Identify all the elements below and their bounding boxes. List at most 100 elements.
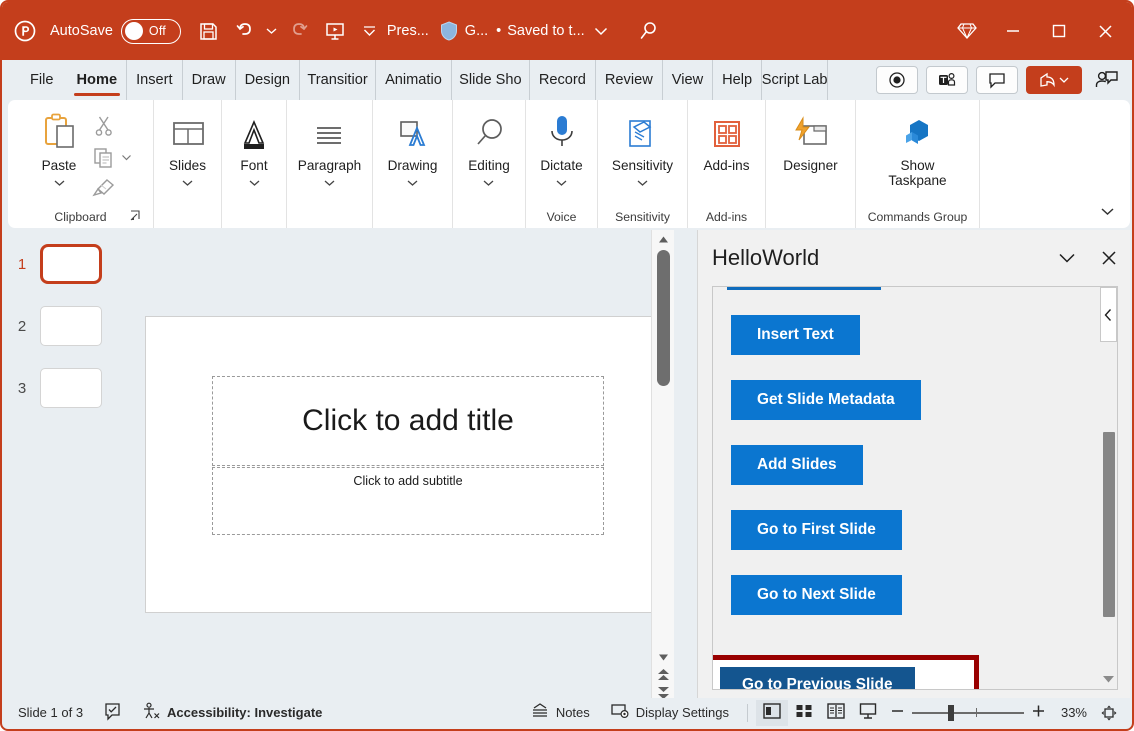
scrollbar-thumb[interactable] (657, 250, 670, 386)
paste-chevron-down-icon[interactable] (53, 174, 66, 192)
customize-quick-access-icon[interactable] (361, 25, 379, 37)
tab-help[interactable]: Help (713, 60, 762, 100)
tab-view[interactable]: View (663, 60, 713, 100)
share-button[interactable] (1026, 66, 1082, 94)
slide-count-status[interactable]: Slide 1 of 3 (4, 705, 93, 720)
go-to-previous-slide-button[interactable]: Go to Previous Slide (720, 667, 915, 690)
notes-button[interactable]: Notes (520, 702, 600, 723)
tab-home[interactable]: Home (68, 60, 128, 100)
tab-record[interactable]: Record (530, 60, 596, 100)
autosave-toggle[interactable]: Off (121, 19, 181, 44)
subtitle-placeholder[interactable]: Click to add subtitle (212, 467, 604, 535)
go-to-next-slide-button[interactable]: Go to Next Slide (731, 575, 902, 615)
get-slide-metadata-button[interactable]: Get Slide Metadata (731, 380, 921, 420)
go-to-first-slide-button[interactable]: Go to First Slide (731, 510, 902, 550)
addins-button[interactable]: Add-ins (701, 106, 751, 173)
diamond-icon[interactable] (944, 9, 990, 53)
ribbon-collapse-chevron-down-icon[interactable] (1094, 200, 1120, 222)
tab-review[interactable]: Review (596, 60, 663, 100)
accessibility-status[interactable]: Accessibility: Investigate (132, 702, 332, 724)
taskpane-scroll-down-icon[interactable] (1101, 671, 1116, 687)
undo-chevron-down-icon[interactable] (263, 27, 281, 35)
slides-button[interactable]: Slides (164, 106, 212, 192)
copy-chevron-down-icon[interactable] (121, 148, 132, 166)
taskpane-collapse-chevron-left-icon[interactable] (1100, 287, 1117, 342)
cut-scissors-icon[interactable] (89, 112, 119, 140)
file-name[interactable]: Pres... (387, 23, 429, 39)
insert-text-button[interactable]: Insert Text (731, 315, 860, 355)
zoom-out-minus-icon[interactable] (890, 704, 905, 721)
thumbnail-preview[interactable] (40, 244, 102, 284)
previous-slide-double-up-icon[interactable] (652, 666, 675, 684)
zoom-in-plus-icon[interactable] (1031, 704, 1046, 721)
paragraph-button[interactable]: Paragraph (296, 106, 363, 192)
thumbnail-slide-2[interactable]: 2 (4, 298, 131, 354)
zoom-slider-handle[interactable] (948, 705, 954, 721)
save-icon[interactable] (191, 14, 227, 48)
view-slideshow-button[interactable] (852, 700, 884, 726)
spellcheck-status[interactable] (93, 702, 132, 724)
drawing-chevron-down-icon[interactable] (406, 174, 419, 192)
dictate-button[interactable]: Dictate (538, 106, 584, 192)
zoom-level-label[interactable]: 33% (1053, 705, 1087, 720)
designer-button[interactable]: Designer (781, 106, 839, 173)
comments-icon[interactable] (976, 66, 1018, 94)
zoom-slider[interactable] (912, 712, 1024, 714)
tab-design[interactable]: Design (236, 60, 300, 100)
undo-icon[interactable] (227, 14, 263, 48)
slide-vertical-scrollbar[interactable] (651, 230, 674, 702)
maximize-icon[interactable] (1036, 9, 1082, 53)
view-reading-button[interactable] (820, 700, 852, 726)
paragraph-chevron-down-icon[interactable] (323, 174, 336, 192)
drawing-button[interactable]: Drawing (386, 106, 440, 192)
editing-button[interactable]: Editing (466, 106, 512, 192)
fit-slide-to-window-icon[interactable] (1094, 704, 1124, 722)
show-taskpane-button[interactable]: ShowTaskpane (886, 106, 948, 188)
view-normal-button[interactable] (756, 700, 788, 726)
tab-slide-show[interactable]: Slide Sho (452, 60, 530, 100)
saved-chevron-down-icon[interactable] (592, 26, 610, 36)
sensitivity-button[interactable]: Sensitivity (610, 106, 675, 192)
thumbnail-number: 3 (4, 380, 40, 397)
thumbnail-preview[interactable] (40, 368, 102, 408)
thumbnail-slide-3[interactable]: 3 (4, 360, 131, 416)
paste-button[interactable]: Paste (29, 106, 89, 192)
teams-present-icon[interactable] (926, 66, 968, 94)
taskpane-scrollbar-thumb[interactable] (1103, 432, 1115, 617)
clipboard-dialog-launcher[interactable] (127, 207, 145, 225)
add-slides-button[interactable]: Add Slides (731, 445, 863, 485)
tab-transitions[interactable]: Transitior (300, 60, 376, 100)
saved-status[interactable]: Saved to t... (507, 23, 584, 39)
thumbnail-slide-1[interactable]: 1 (4, 236, 131, 292)
font-button[interactable]: Font (230, 106, 278, 192)
minimize-icon[interactable] (990, 9, 1036, 53)
taskpane-chevron-down-icon[interactable] (1046, 237, 1088, 279)
close-icon[interactable] (1082, 9, 1128, 53)
dictate-chevron-down-icon[interactable] (555, 174, 568, 192)
slide-canvas[interactable]: Click to add title Click to add subtitle (145, 316, 666, 613)
format-painter-icon[interactable] (89, 174, 119, 202)
tab-script-lab[interactable]: Script Lab (762, 60, 828, 100)
scroll-up-icon[interactable] (652, 230, 675, 248)
view-slide-sorter-button[interactable] (788, 700, 820, 726)
tab-insert[interactable]: Insert (127, 60, 183, 100)
zoom-control[interactable]: 33% (884, 704, 1130, 722)
search-icon[interactable] (632, 20, 666, 42)
copy-icon[interactable] (89, 143, 119, 171)
taskpane-scrollbar[interactable] (1100, 287, 1117, 689)
slides-chevron-down-icon[interactable] (181, 174, 194, 192)
record-circle-icon[interactable] (876, 66, 918, 94)
tab-draw[interactable]: Draw (183, 60, 236, 100)
title-placeholder[interactable]: Click to add title (212, 376, 604, 466)
person-share-icon[interactable] (1090, 69, 1124, 91)
tab-file[interactable]: File (20, 60, 68, 100)
editing-chevron-down-icon[interactable] (482, 174, 495, 192)
sensitivity-chevron-down-icon[interactable] (636, 174, 649, 192)
taskpane-close-icon[interactable] (1088, 237, 1130, 279)
tab-animations[interactable]: Animatio (376, 60, 452, 100)
scroll-down-icon[interactable] (652, 648, 675, 666)
start-presentation-icon[interactable] (317, 14, 353, 48)
font-chevron-down-icon[interactable] (248, 174, 261, 192)
display-settings-button[interactable]: Display Settings (600, 702, 739, 723)
thumbnail-preview[interactable] (40, 306, 102, 346)
